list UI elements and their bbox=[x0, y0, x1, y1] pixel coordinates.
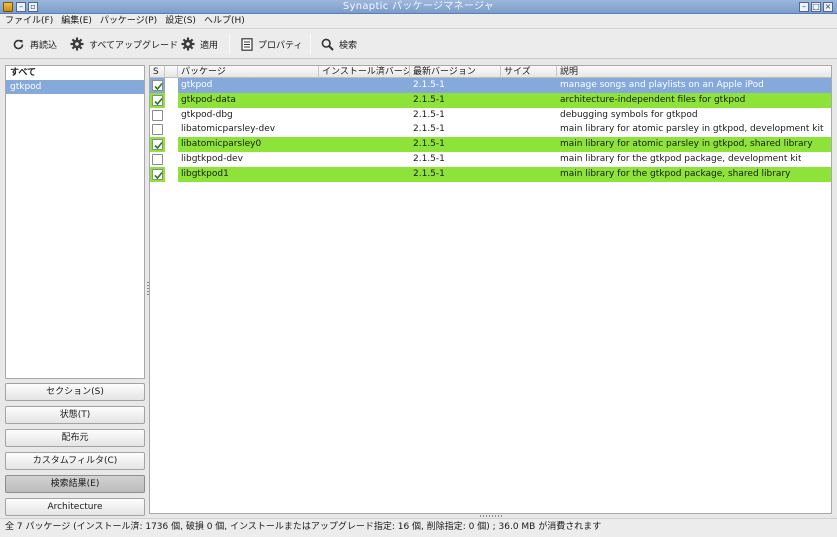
package-description: debugging symbols for gtkpod bbox=[560, 109, 698, 120]
row-gap bbox=[165, 166, 178, 182]
toolbar-separator bbox=[310, 34, 311, 54]
table-row[interactable]: libatomicparsley-dev 2.1.5-1 main library … bbox=[150, 122, 831, 138]
properties-label: プロパティ bbox=[258, 40, 303, 51]
row-gap bbox=[165, 78, 178, 93]
package-name: gtkpod-data bbox=[181, 94, 236, 105]
filter-list: すべて gtkpod bbox=[5, 65, 145, 379]
architecture-filter-button[interactable]: Architecture bbox=[5, 498, 145, 516]
column-latest-version[interactable]: 最新バージョン bbox=[410, 66, 501, 78]
title-bar: – ▫ Synaptic パッケージマネージャ – □ × bbox=[0, 0, 837, 14]
package-name: libgtkpod-dev bbox=[181, 153, 243, 164]
filter-list-item-all[interactable]: すべて bbox=[6, 66, 144, 80]
origin-filter-button[interactable]: 配布元 bbox=[5, 429, 145, 447]
maximize-button[interactable]: □ bbox=[811, 2, 821, 12]
package-description: main library for the gtkpod package, sha… bbox=[560, 168, 791, 179]
checkmark-icon bbox=[154, 142, 163, 150]
table-body: gtkpod 2.1.5-1 manage songs and playlists … bbox=[150, 78, 831, 182]
window-title: Synaptic パッケージマネージャ bbox=[342, 1, 495, 12]
table-row[interactable]: gtkpod-data 2.1.5-1 architecture-independe… bbox=[150, 92, 831, 108]
menu-edit[interactable]: 編集(E) bbox=[56, 14, 95, 28]
column-status[interactable]: S bbox=[150, 66, 165, 78]
custom-filter-button[interactable]: カスタムフィルタ(C) bbox=[5, 452, 145, 470]
package-description: architecture-independent files for gtkpo… bbox=[560, 94, 746, 105]
latest-version: 2.1.5-1 bbox=[413, 124, 445, 135]
menu-settings[interactable]: 設定(S) bbox=[160, 14, 199, 28]
package-description: manage songs and playlists on an Apple i… bbox=[560, 80, 764, 90]
package-checkbox[interactable] bbox=[152, 94, 163, 106]
section-filter-button[interactable]: セクション(S) bbox=[5, 383, 145, 401]
package-checkbox[interactable] bbox=[152, 109, 163, 121]
status-filter-button[interactable]: 状態(T) bbox=[5, 406, 145, 424]
latest-version: 2.1.5-1 bbox=[413, 109, 445, 120]
package-description: main library for the gtkpod package, dev… bbox=[560, 153, 802, 164]
package-checkbox[interactable] bbox=[152, 153, 163, 165]
latest-version: 2.1.5-1 bbox=[413, 153, 445, 164]
row-gap bbox=[165, 137, 178, 152]
package-table: S パッケージ インストール済バージョン 最新バージョン サイズ 説明 gtkp… bbox=[149, 65, 832, 514]
properties-icon bbox=[241, 37, 253, 51]
apply-button[interactable]: 適用 bbox=[181, 35, 218, 53]
checkmark-icon bbox=[154, 82, 163, 91]
search-label: 検索 bbox=[339, 40, 358, 51]
column-installed-version[interactable]: インストール済バージョン bbox=[319, 66, 410, 78]
search-button[interactable]: 検索 bbox=[321, 35, 357, 53]
close-button[interactable]: × bbox=[823, 2, 833, 12]
reload-label: 再読込 bbox=[30, 40, 58, 51]
column-size[interactable]: サイズ bbox=[501, 66, 557, 78]
search-icon bbox=[321, 38, 334, 51]
apply-label: 適用 bbox=[200, 40, 219, 51]
package-name: libatomicparsley-dev bbox=[181, 124, 276, 135]
row-gap bbox=[165, 107, 178, 123]
gear-icon bbox=[70, 37, 84, 51]
latest-version: 2.1.5-1 bbox=[413, 94, 445, 105]
toolbar-separator bbox=[229, 34, 230, 54]
toolbar: 再読込 すべてアップグレード 適用 プロパティ 検索 bbox=[0, 29, 837, 59]
package-checkbox[interactable] bbox=[152, 124, 163, 136]
reload-icon bbox=[13, 39, 24, 49]
table-row[interactable]: gtkpod-dbg 2.1.5-1 debugging symbols for g… bbox=[150, 107, 831, 123]
package-name: libatomicparsley0 bbox=[181, 139, 262, 150]
latest-version: 2.1.5-1 bbox=[413, 139, 445, 150]
row-gap bbox=[165, 151, 178, 167]
column-spacer bbox=[165, 66, 178, 78]
row-gap bbox=[165, 92, 178, 108]
menu-file[interactable]: ファイル(F) bbox=[0, 14, 56, 28]
reload-button[interactable]: 再読込 bbox=[12, 35, 57, 53]
table-row[interactable]: libgtkpod-dev 2.1.5-1 main library for the… bbox=[150, 151, 831, 167]
package-name: gtkpod bbox=[181, 80, 213, 90]
package-checkbox[interactable] bbox=[152, 80, 163, 91]
gear-icon bbox=[181, 37, 195, 51]
bottom-resize-handle[interactable] bbox=[480, 515, 504, 517]
search-results-filter-button[interactable]: 検索結果(E) bbox=[5, 475, 145, 493]
latest-version: 2.1.5-1 bbox=[413, 80, 445, 90]
menu-bar: ファイル(F) 編集(E) パッケージ(P) 設定(S) ヘルプ(H) bbox=[0, 14, 837, 29]
latest-version: 2.1.5-1 bbox=[413, 168, 445, 179]
package-description: main library for atomic parsley in gtkpo… bbox=[560, 124, 824, 135]
properties-button[interactable]: プロパティ bbox=[241, 35, 302, 53]
table-row[interactable]: libatomicparsley0 2.1.5-1 main library for… bbox=[150, 137, 831, 152]
package-checkbox[interactable] bbox=[152, 168, 163, 180]
column-package[interactable]: パッケージ bbox=[178, 66, 319, 78]
table-row[interactable]: gtkpod 2.1.5-1 manage songs and playlists … bbox=[150, 78, 831, 93]
menu-help[interactable]: ヘルプ(H) bbox=[199, 14, 248, 28]
status-bar: 全 7 パッケージ (インストール済: 1736 個, 破損 0 個, インスト… bbox=[0, 518, 837, 537]
filter-list-item-gtkpod[interactable]: gtkpod bbox=[6, 80, 144, 94]
package-name: gtkpod-dbg bbox=[181, 109, 233, 120]
upgrade-all-label: すべてアップグレード bbox=[89, 40, 179, 51]
table-row[interactable]: libgtkpod1 2.1.5-1 main library for the gt… bbox=[150, 166, 831, 182]
upgrade-all-button[interactable]: すべてアップグレード bbox=[70, 35, 178, 53]
table-header: S パッケージ インストール済バージョン 最新バージョン サイズ 説明 bbox=[150, 66, 831, 78]
menu-package[interactable]: パッケージ(P) bbox=[95, 14, 160, 28]
minimize-button[interactable]: – bbox=[799, 2, 809, 12]
row-gap bbox=[165, 122, 178, 138]
checkmark-icon bbox=[154, 171, 163, 179]
package-name: libgtkpod1 bbox=[181, 168, 229, 179]
column-description[interactable]: 説明 bbox=[557, 66, 831, 78]
checkmark-icon bbox=[154, 97, 163, 105]
package-description: main library for atomic parsley in gtkpo… bbox=[560, 139, 813, 150]
package-checkbox[interactable] bbox=[152, 139, 163, 151]
